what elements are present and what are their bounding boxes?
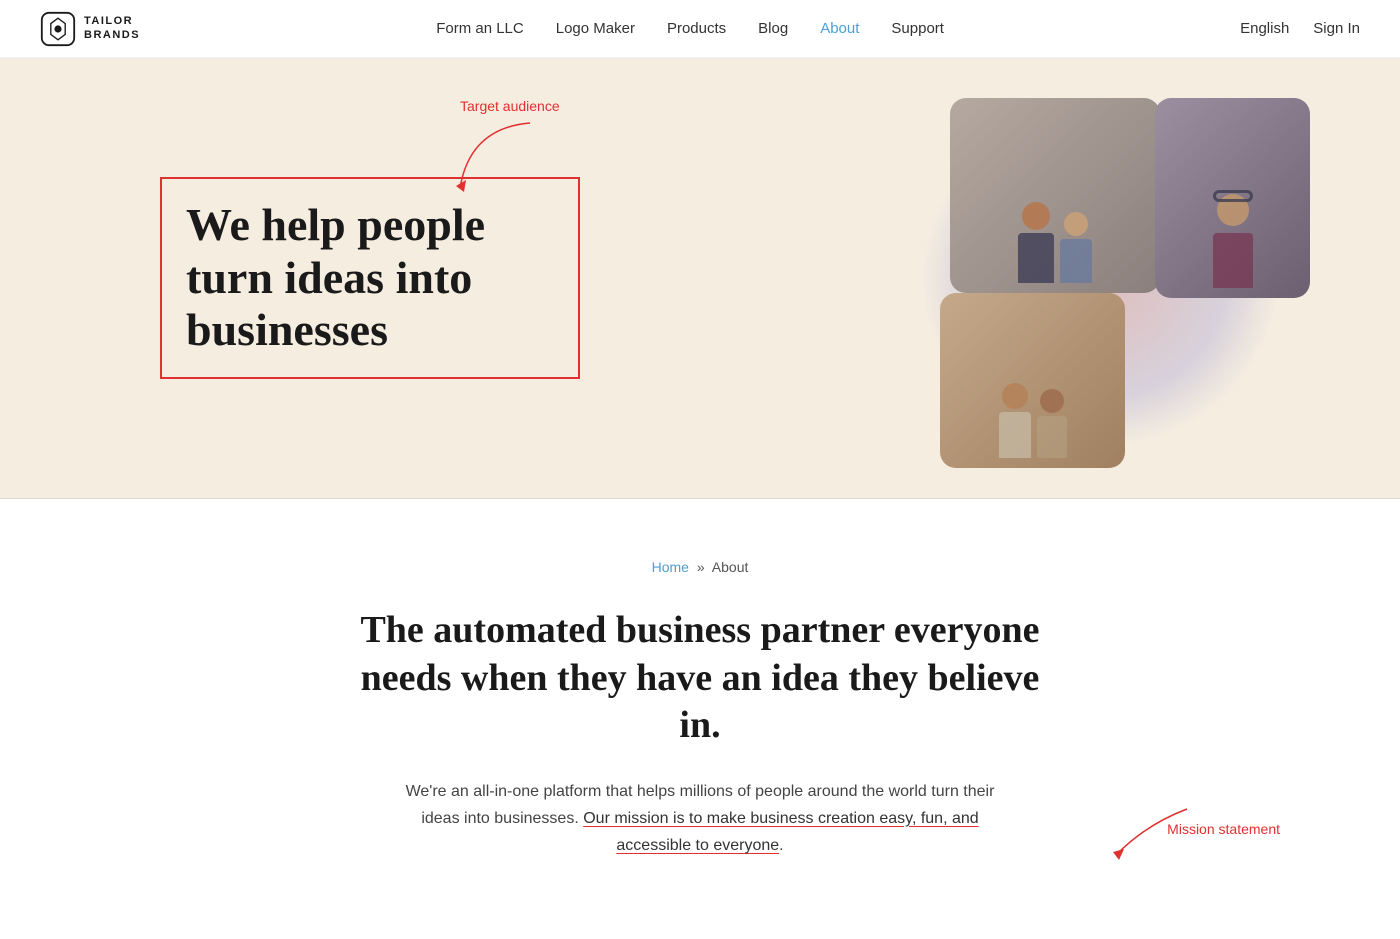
- navbar: TAILOR BRANDS Form an LLC Logo Maker Pro…: [0, 0, 1400, 58]
- nav-right-actions: English Sign In: [1240, 20, 1360, 37]
- nav-logo-maker[interactable]: Logo Maker: [556, 20, 635, 37]
- nav-blog[interactable]: Blog: [758, 20, 788, 37]
- annotation-arrow: [450, 118, 570, 203]
- hero-section: We help people turn ideas into businesse…: [0, 58, 1400, 498]
- nav-support[interactable]: Support: [891, 20, 944, 37]
- about-section: Home » About The automated business part…: [0, 499, 1400, 939]
- sign-in-link[interactable]: Sign In: [1313, 20, 1360, 37]
- logo-icon: [40, 11, 76, 47]
- photo-card-3: [940, 293, 1125, 468]
- photo-card-2: [1155, 98, 1310, 298]
- mission-arrow: [1107, 804, 1207, 869]
- breadcrumb-current: About: [712, 559, 749, 575]
- hero-headline: We help people turn ideas into businesse…: [186, 199, 554, 358]
- nav-menu: Form an LLC Logo Maker Products Blog Abo…: [436, 20, 944, 38]
- hero-photo-collage: [900, 88, 1320, 488]
- main-description: We're an all-in-one platform that helps …: [390, 778, 1010, 860]
- language-selector[interactable]: English: [1240, 20, 1289, 37]
- description-end: .: [779, 837, 783, 854]
- nav-products[interactable]: Products: [667, 20, 726, 37]
- nav-form-llc[interactable]: Form an LLC: [436, 20, 524, 37]
- hero-left: We help people turn ideas into businesse…: [160, 177, 580, 380]
- brand-name: TAILOR BRANDS: [84, 15, 140, 41]
- photo-card-1: [950, 98, 1160, 293]
- logo-link[interactable]: TAILOR BRANDS: [40, 11, 140, 47]
- breadcrumb: Home » About: [40, 559, 1360, 575]
- breadcrumb-separator: »: [697, 559, 705, 575]
- main-heading: The automated business partner everyone …: [340, 607, 1060, 750]
- annotation-label-text: Target audience: [460, 98, 560, 114]
- breadcrumb-home[interactable]: Home: [652, 559, 689, 575]
- nav-about[interactable]: About: [820, 20, 859, 37]
- hero-headline-box: We help people turn ideas into businesse…: [160, 177, 580, 380]
- mission-statement-annotation: Mission statement: [1167, 821, 1280, 839]
